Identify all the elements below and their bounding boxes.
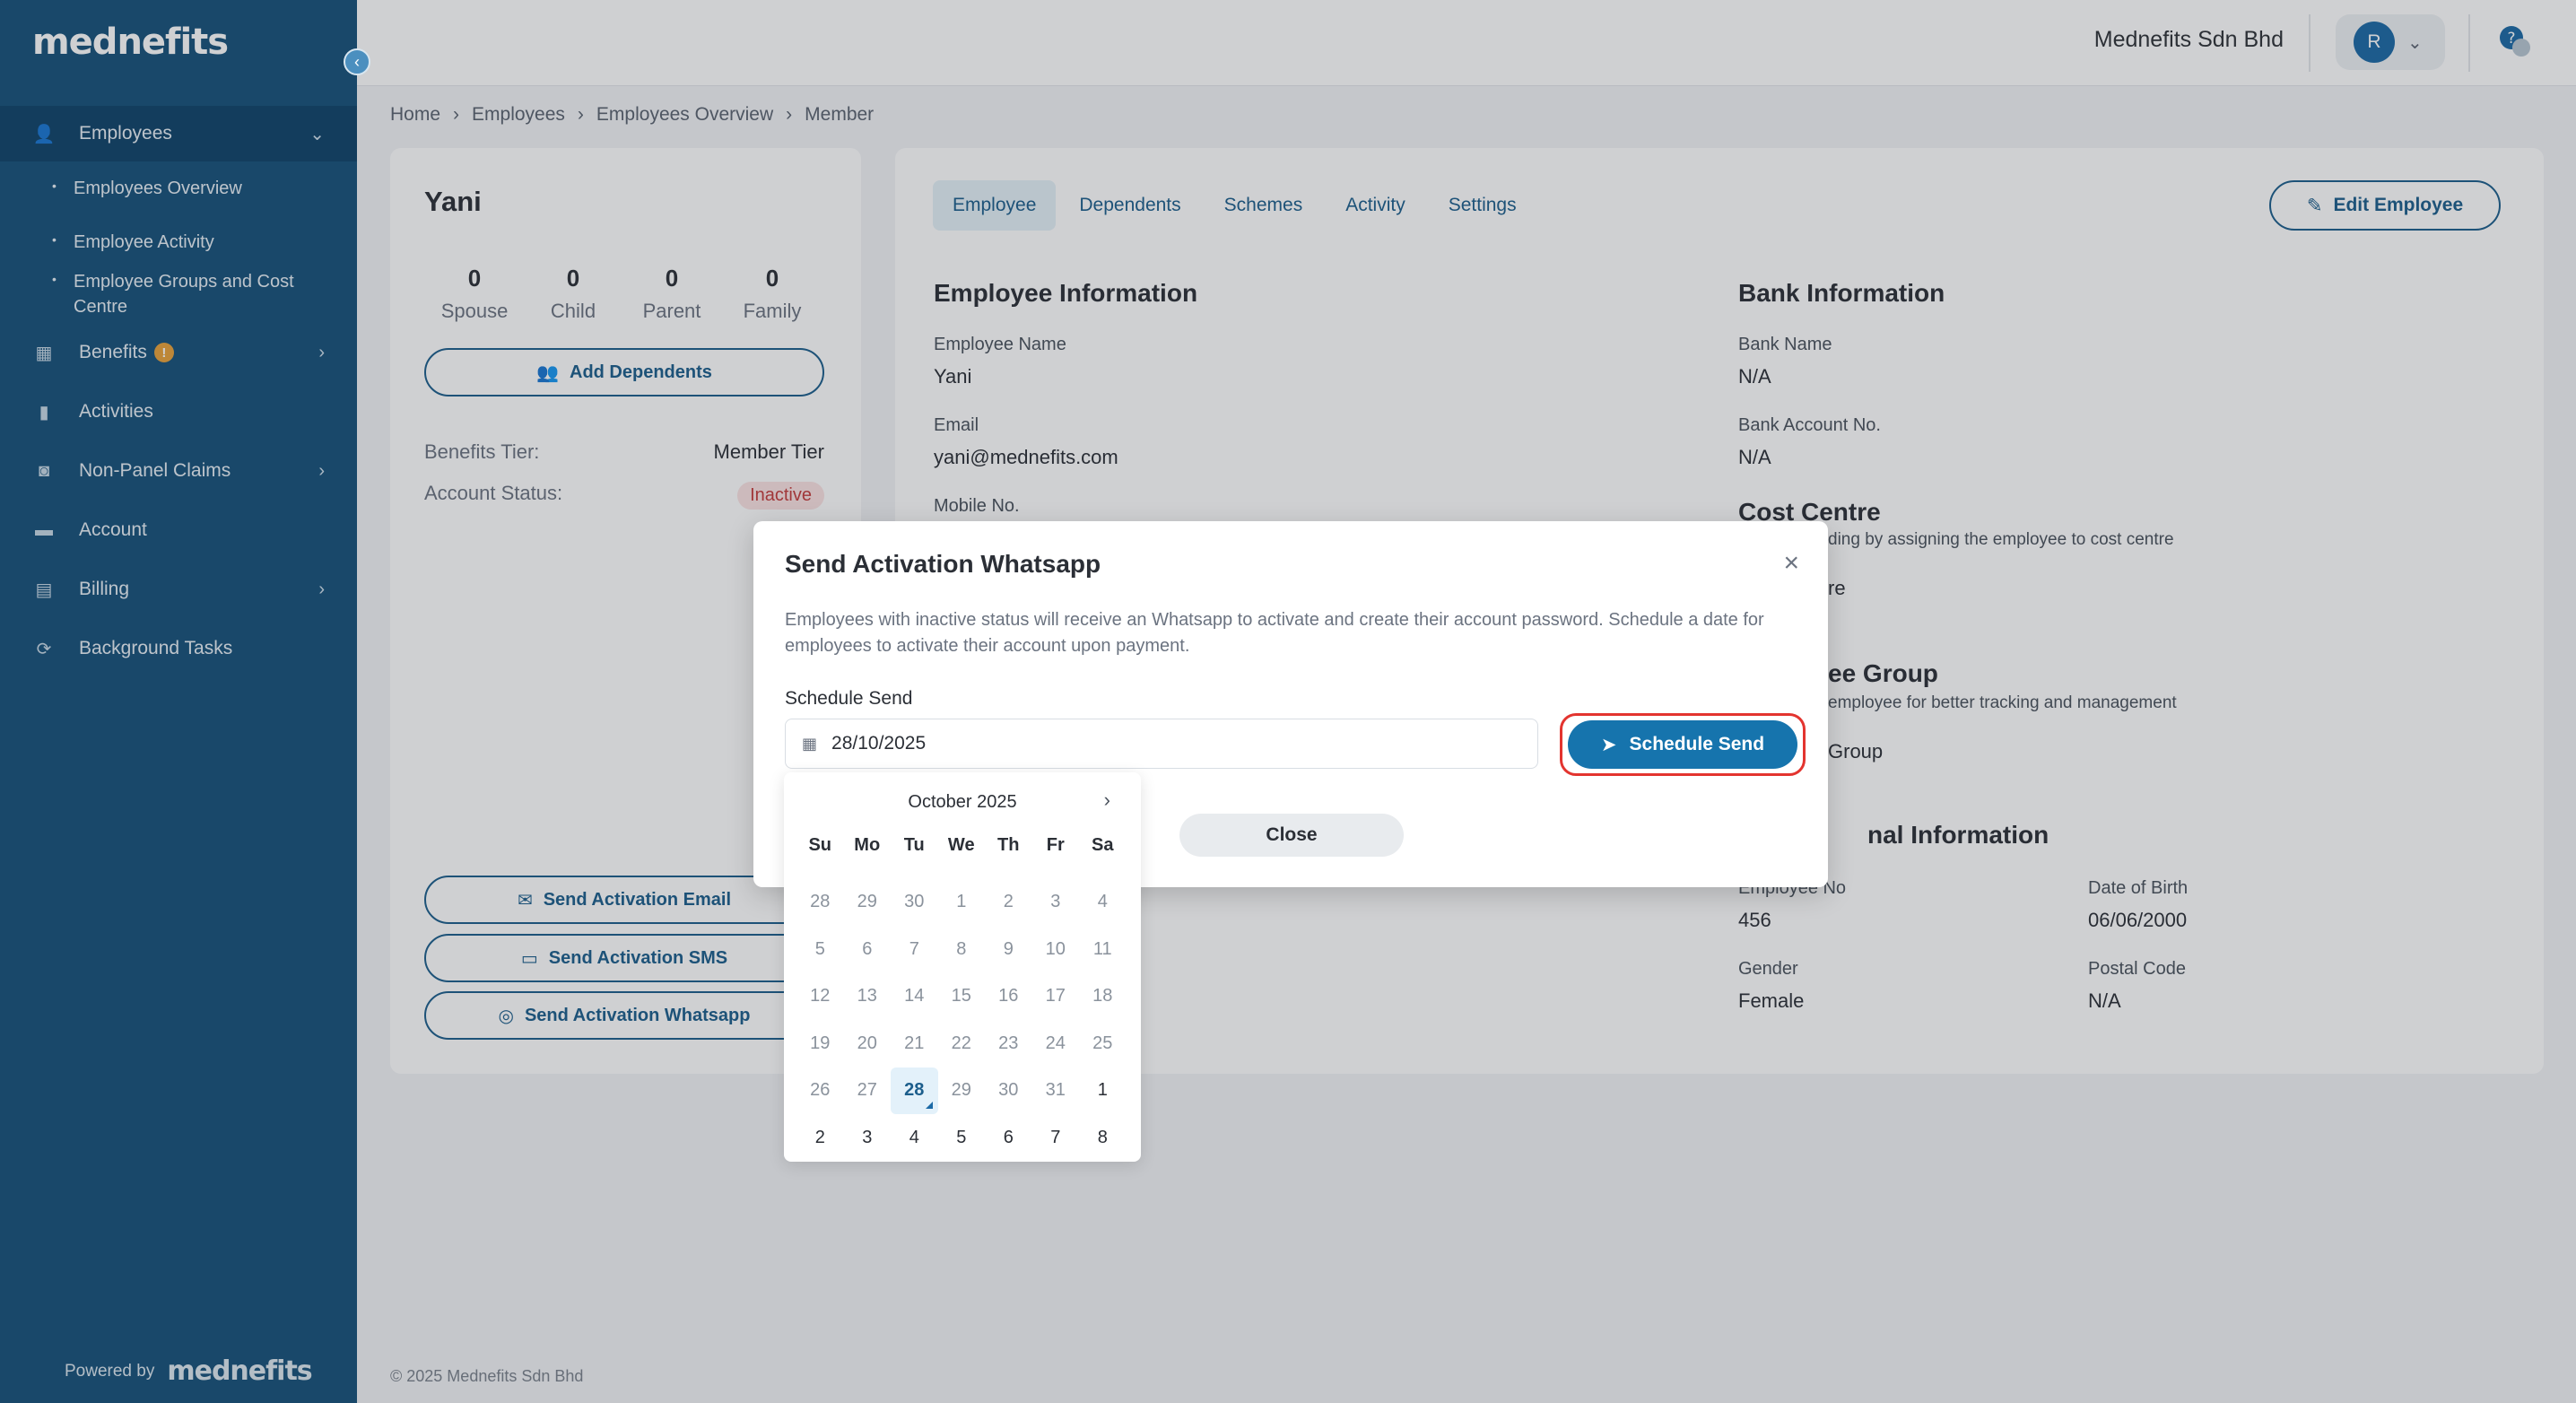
calendar-day[interactable]: 11 (1079, 926, 1127, 973)
calendar-day[interactable]: 1 (1079, 1068, 1127, 1115)
calendar-day[interactable]: 21 (891, 1020, 938, 1068)
calendar-day[interactable]: 7 (891, 926, 938, 973)
calendar-day[interactable]: 26 (796, 1068, 844, 1115)
modal-title: Send Activation Whatsapp (785, 550, 1101, 578)
collapse-sidebar-button[interactable]: ‹ (344, 48, 370, 75)
calendar-day[interactable]: 3 (844, 1114, 892, 1162)
calendar-day[interactable]: 22 (938, 1020, 986, 1068)
close-icon[interactable]: × (1783, 548, 1799, 579)
calendar-day[interactable]: 16 (985, 973, 1032, 1021)
calendar-day[interactable]: 7 (1032, 1114, 1080, 1162)
calendar-day[interactable]: 19 (796, 1020, 844, 1068)
calendar-day[interactable]: 9 (985, 926, 1032, 973)
calendar-day[interactable]: 20 (844, 1020, 892, 1068)
calendar-day[interactable]: 30 (985, 1068, 1032, 1115)
calendar-day[interactable]: 29 (938, 1068, 986, 1115)
calendar-day[interactable]: 3 (1032, 879, 1080, 927)
calendar-day[interactable]: 23 (985, 1020, 1032, 1068)
schedule-date-value: 28/10/2025 (831, 733, 927, 754)
calendar-day[interactable]: 17 (1032, 973, 1080, 1021)
calendar-day[interactable]: 2 (985, 879, 1032, 927)
calendar-day[interactable]: 27 (844, 1068, 892, 1115)
calendar-day[interactable]: 5 (938, 1114, 986, 1162)
calendar-day[interactable]: 31 (1032, 1068, 1080, 1115)
schedule-date-input[interactable]: ▦ 28/10/2025 (785, 719, 1538, 769)
calendar-day[interactable]: 24 (1032, 1020, 1080, 1068)
calendar-day[interactable]: 18 (1079, 973, 1127, 1021)
calendar-day[interactable]: 29 (844, 879, 892, 927)
calendar-weekday: Su (808, 834, 832, 855)
button-label: Schedule Send (1629, 734, 1765, 754)
calendar-day[interactable]: 4 (891, 1114, 938, 1162)
calendar-day[interactable]: 4 (1079, 879, 1127, 927)
calendar-day[interactable]: 28 (891, 1067, 938, 1114)
chevron-right-icon[interactable]: › (1104, 789, 1110, 812)
modal-description: Employees with inactive status will rece… (785, 610, 1764, 656)
calendar-day[interactable]: 28 (796, 879, 844, 927)
calendar-day[interactable]: 14 (891, 973, 938, 1021)
send-icon: ➤ (1600, 734, 1617, 755)
schedule-send-button[interactable]: ➤ Schedule Send (1568, 720, 1797, 769)
calendar-icon: ▦ (802, 734, 818, 753)
calendar-day[interactable]: 13 (844, 973, 892, 1021)
close-button[interactable]: Close (1179, 814, 1404, 857)
date-picker: October 2025 › Su Mo Tu We Th Fr Sa 28 29 30 1 2 3 4 5… (784, 772, 1141, 1162)
calendar-day[interactable]: 30 (891, 879, 938, 927)
calendar-weekday: Sa (1092, 834, 1114, 855)
calendar-day[interactable]: 12 (796, 973, 844, 1021)
calendar-day[interactable]: 8 (938, 926, 986, 973)
calendar-weekday: We (947, 834, 975, 855)
calendar-month: October 2025 (908, 792, 1017, 812)
calendar-weekday: Fr (1046, 834, 1065, 855)
calendar-day[interactable]: 8 (1079, 1114, 1127, 1162)
calendar-day[interactable]: 6 (844, 926, 892, 973)
calendar-grid: Su Mo Tu We Th Fr Sa 28 29 30 1 2 3 4 5 6 7 8 9 10 11 12 13 14 1… (796, 832, 1127, 1162)
calendar-day[interactable]: 2 (796, 1114, 844, 1162)
calendar-weekday: Tu (903, 834, 925, 855)
calendar-weekday: Th (997, 834, 1020, 855)
calendar-day[interactable]: 6 (985, 1114, 1032, 1162)
calendar-weekday: Mo (854, 834, 881, 855)
schedule-send-label: Schedule Send (785, 688, 913, 709)
calendar-day[interactable]: 25 (1079, 1020, 1127, 1068)
calendar-day[interactable]: 10 (1032, 926, 1080, 973)
calendar-day[interactable]: 1 (938, 879, 986, 927)
calendar-day[interactable]: 15 (938, 973, 986, 1021)
calendar-day[interactable]: 5 (796, 926, 844, 973)
